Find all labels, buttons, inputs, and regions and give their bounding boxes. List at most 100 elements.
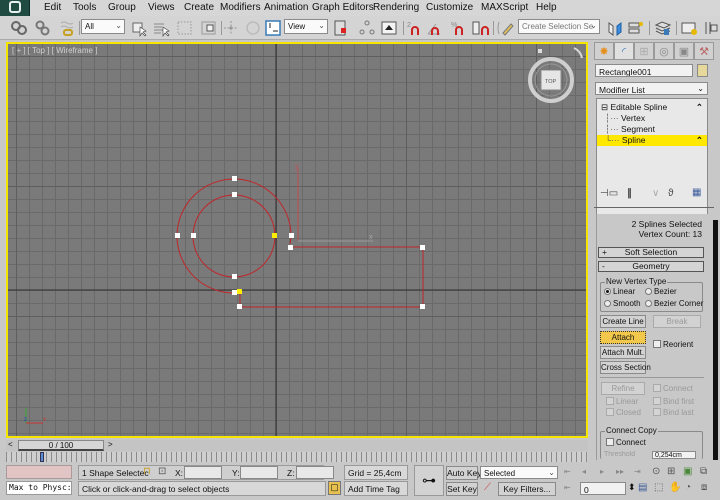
pin-stack-icon[interactable]: ⊣▭ [600,188,618,199]
add-time-tag-button[interactable]: Add Time Tag [344,481,408,496]
set-key-mode-key-icon[interactable]: ⊶ [414,465,444,496]
make-unique-icon[interactable]: ∨ [652,188,659,199]
closed-checkbox[interactable]: Closed [606,408,641,417]
maxscript-listener-field[interactable]: Max to Physc: [6,481,72,495]
select-scale-icon[interactable] [264,19,282,37]
absolute-mode-icon[interactable]: ⊡ [158,466,166,477]
transform-gizmo[interactable]: y x [295,163,373,242]
hierarchy-tab[interactable]: ⊞ [634,42,654,60]
bind-first-checkbox[interactable]: Bind first [653,397,694,406]
spline-shape[interactable] [176,178,424,308]
modify-tab[interactable]: ◜ [614,42,634,60]
maximize-viewport-icon[interactable]: ⧈ [701,482,707,493]
time-next-button[interactable]: > [108,440,113,449]
window-crossing-icon[interactable] [200,19,218,37]
inner-circle-spline[interactable] [192,194,276,278]
percent-snap-icon[interactable]: % [450,19,468,37]
go-to-end-icon[interactable]: ⇥ [634,467,641,476]
default-in-out-tangents-icon[interactable]: ⟋ [484,482,491,493]
vertex[interactable] [420,245,425,250]
vertex[interactable] [232,176,237,181]
reference-coordinate-dropdown[interactable]: View ⌄ [284,19,328,34]
stack-item-spline[interactable]: └··· Spline ⌃ [597,135,707,146]
angle-snap-icon[interactable] [426,19,444,37]
reorient-checkbox[interactable]: Reorient [653,340,693,349]
vertex[interactable] [420,304,425,309]
connect-copy-checkbox[interactable]: Connect [606,438,646,447]
graph-editor-icon[interactable] [702,19,720,37]
mirror-icon[interactable] [606,19,624,37]
zoom-all-icon[interactable]: ⊞ [667,466,675,477]
orbit-icon[interactable]: ◔ [685,482,691,493]
menu-tools[interactable]: Tools [73,2,96,13]
soft-selection-rollout[interactable]: + Soft Selection [598,247,704,258]
zoom-extents-all-icon[interactable]: ⧉ [700,466,707,477]
selection-filter-dropdown[interactable]: All ⌄ [81,19,125,34]
edit-named-selection-icon[interactable] [496,19,514,37]
select-rotate-icon[interactable] [244,19,262,37]
layer-manager-icon[interactable] [654,19,672,37]
viewcube-home-icon[interactable] [538,49,542,53]
menu-views[interactable]: Views [148,2,175,13]
time-slider-thumb[interactable]: 0 / 100 [18,440,104,451]
maxscript-mini-listener-pink[interactable] [6,465,72,479]
select-manipulate-icon[interactable] [358,19,376,37]
radio-bezier-corner[interactable]: Bezier Corner [645,299,703,308]
vertex[interactable] [232,274,237,279]
object-color-swatch[interactable] [697,64,708,77]
display-tab[interactable]: ▣ [674,42,694,60]
linear-checkbox[interactable]: Linear [606,397,638,406]
track-bar[interactable] [6,452,588,462]
menu-animation[interactable]: Animation [264,2,308,13]
vertex[interactable] [237,304,242,309]
break-button[interactable]: Break [653,315,701,328]
vertex-first[interactable] [272,233,277,238]
object-name-field[interactable]: Rectangle001 [595,64,693,77]
select-and-link-icon[interactable] [10,19,28,37]
vertex[interactable] [175,233,180,238]
stack-item-editable-spline[interactable]: ⊟ Editable Spline ⌃ [597,102,707,113]
vertex[interactable] [289,233,294,238]
frame-spinner-icon[interactable]: ⬍ [628,482,636,493]
viewcube-rotate-icon[interactable] [573,47,583,59]
key-mode-dropdown[interactable]: Selected ⌄ [480,466,558,479]
stack-item-vertex[interactable]: ┆··· Vertex [597,113,707,124]
x-coordinate-input[interactable] [184,466,222,479]
current-frame-marker[interactable] [40,452,44,462]
time-configuration-icon[interactable]: ▤ [638,482,647,493]
connect-checkbox[interactable]: Connect [653,384,693,393]
unlink-icon[interactable] [34,19,52,37]
menu-maxscript[interactable]: MAXScript [481,2,528,13]
vertex[interactable] [191,233,196,238]
bind-space-warp-icon[interactable] [58,19,76,37]
command-panel-scrollbar[interactable] [713,220,718,460]
modifier-list-dropdown[interactable]: Modifier List ⌄ [595,82,708,95]
show-end-result-icon[interactable]: ∥ [627,188,632,199]
radio-linear[interactable]: Linear [604,287,635,296]
refine-button[interactable]: Refine [601,382,645,395]
create-line-button[interactable]: Create Line [600,315,646,328]
menu-help[interactable]: Help [536,2,557,13]
z-coordinate-input[interactable] [296,466,334,479]
radio-bezier[interactable]: Bezier [645,287,677,296]
vertex[interactable] [288,245,293,250]
menu-customize[interactable]: Customize [426,2,473,13]
play-icon[interactable]: ▸ [600,467,604,476]
threshold-spinner[interactable]: 0,254cm [652,451,696,459]
auto-key-button[interactable]: Auto Key [446,466,482,480]
next-frame-icon[interactable]: ▸▸ [616,467,624,476]
application-button[interactable] [0,0,30,16]
spinner-snap-icon[interactable] [472,19,490,37]
menu-graph-editors[interactable]: Graph Editors [312,2,374,13]
named-selection-dropdown[interactable]: Create Selection Se ⌄ [518,19,600,34]
geometry-rollout[interactable]: - Geometry [598,261,704,272]
current-frame-field[interactable]: 0 [580,482,626,495]
use-pivot-center-icon[interactable] [332,19,350,37]
render-setup-icon[interactable] [680,19,698,37]
previous-frame-icon[interactable]: ◂ [582,467,586,476]
attach-mult-button[interactable]: Attach Mult. [600,346,646,359]
key-filters-button[interactable]: Key Filters... [498,482,556,496]
vertex[interactable] [232,290,237,295]
keyboard-shortcut-override-icon[interactable] [380,19,398,37]
go-to-start-icon[interactable]: ⇤ [564,467,571,476]
